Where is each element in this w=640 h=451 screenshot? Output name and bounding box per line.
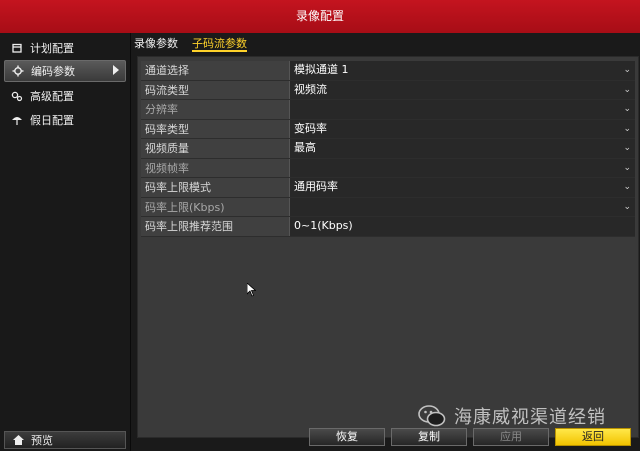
home-icon — [11, 433, 25, 447]
chevron-down-icon: ⌄ — [623, 162, 631, 173]
form-row-resolution: 分辨率 ⌄ — [141, 100, 635, 120]
apply-button[interactable]: 应用 — [473, 428, 549, 446]
frame-rate-select[interactable]: ⌄ — [289, 158, 635, 177]
preview-button[interactable]: 预览 — [4, 431, 126, 449]
field-value: 0~1(Kbps) — [294, 219, 353, 232]
copy-button[interactable]: 复制 — [391, 428, 467, 446]
bitrate-type-select[interactable]: 变码率 ⌄ — [289, 119, 635, 138]
umbrella-icon — [10, 113, 24, 127]
form-row-bitrate-type: 码率类型 变码率 ⌄ — [141, 119, 635, 139]
form-row-frame-rate: 视频帧率 ⌄ — [141, 158, 635, 178]
bitrate-limit-mode-select[interactable]: 通用码率 ⌄ — [289, 178, 635, 197]
sidebar-item-label: 编码参数 — [31, 65, 75, 78]
field-value: 变码率 — [294, 121, 327, 135]
field-label: 码率上限模式 — [141, 178, 289, 197]
tab-bar: 录像参数 子码流参数 — [134, 36, 261, 52]
sidebar-item-holiday[interactable]: 假日配置 — [4, 109, 126, 131]
calendar-icon — [10, 41, 24, 55]
sidebar: 计划配置 编码参数 高级配置 假日配置 预览 — [0, 33, 131, 451]
chevron-down-icon: ⌄ — [623, 84, 631, 95]
sidebar-item-advanced[interactable]: 高级配置 — [4, 85, 126, 107]
tab-substream-params[interactable]: 子码流参数 — [192, 36, 247, 52]
back-button[interactable]: 返回 — [555, 428, 631, 446]
restore-button[interactable]: 恢复 — [309, 428, 385, 446]
chevron-down-icon: ⌄ — [623, 65, 631, 75]
chevron-right-icon — [113, 65, 119, 78]
field-label: 码率类型 — [141, 119, 289, 138]
field-label: 码流类型 — [141, 80, 289, 99]
tab-record-params[interactable]: 录像参数 — [134, 36, 178, 52]
field-label: 视频质量 — [141, 139, 289, 158]
watermark: 海康威视渠道经销 — [418, 404, 606, 428]
video-quality-select[interactable]: 最高 ⌄ — [289, 139, 635, 158]
channel-select[interactable]: 模拟通道 1 ⌄ — [289, 61, 635, 80]
mouse-cursor-icon — [246, 282, 257, 300]
sidebar-item-encoding[interactable]: 编码参数 — [4, 60, 126, 82]
chevron-down-icon: ⌄ — [623, 143, 631, 153]
sidebar-item-label: 假日配置 — [30, 114, 74, 127]
chevron-down-icon: ⌄ — [623, 104, 631, 114]
field-value: 最高 — [294, 141, 316, 154]
field-label: 码率上限(Kbps) — [141, 197, 289, 216]
watermark-text: 海康威视渠道经销 — [454, 407, 606, 428]
window-title: 录像配置 — [0, 0, 640, 33]
field-label: 视频帧率 — [141, 158, 289, 177]
field-value: 通用码率 — [294, 180, 338, 193]
preview-label: 预览 — [31, 434, 53, 447]
field-label: 通道选择 — [141, 61, 289, 80]
chevron-down-icon: ⌄ — [623, 123, 631, 134]
form-row-stream-type: 码流类型 视频流 ⌄ — [141, 80, 635, 100]
sidebar-item-label: 计划配置 — [30, 42, 74, 55]
form-row-recommended-range: 码率上限推荐范围 0~1(Kbps) — [141, 217, 635, 237]
gear-icon — [11, 64, 25, 78]
form-row-bitrate-limit: 码率上限(Kbps) ⌄ — [141, 197, 635, 217]
chevron-down-icon: ⌄ — [623, 182, 631, 192]
form-row-channel: 通道选择 模拟通道 1 ⌄ — [141, 61, 635, 81]
wechat-icon — [418, 405, 446, 427]
advanced-settings-icon — [10, 89, 24, 103]
stream-type-select[interactable]: 视频流 ⌄ — [289, 80, 635, 99]
form-row-bitrate-limit-mode: 码率上限模式 通用码率 ⌄ — [141, 178, 635, 198]
form-row-video-quality: 视频质量 最高 ⌄ — [141, 139, 635, 159]
field-value: 模拟通道 1 — [294, 63, 349, 76]
chevron-down-icon: ⌄ — [623, 201, 631, 212]
field-label: 分辨率 — [141, 100, 289, 119]
field-label: 码率上限推荐范围 — [141, 217, 289, 236]
sidebar-item-label: 高级配置 — [30, 90, 74, 103]
bitrate-limit-select[interactable]: ⌄ — [289, 197, 635, 216]
field-value: 视频流 — [294, 82, 327, 96]
resolution-select[interactable]: ⌄ — [289, 100, 635, 119]
recommended-range-value: 0~1(Kbps) — [289, 217, 635, 236]
sidebar-item-schedule[interactable]: 计划配置 — [4, 37, 126, 59]
settings-panel: 通道选择 模拟通道 1 ⌄ 码流类型 视频流 ⌄ 分辨率 ⌄ 码率类型 变码率 ⌄ 视… — [137, 56, 639, 438]
